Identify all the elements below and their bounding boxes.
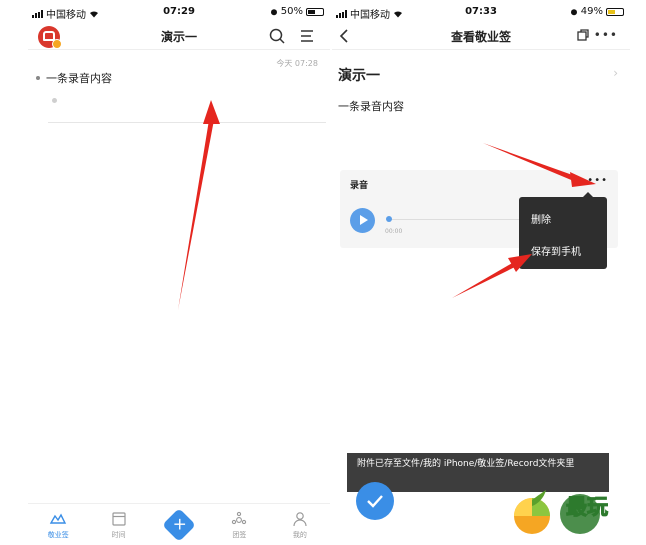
add-icon[interactable]: +: [162, 508, 196, 542]
divider: [48, 122, 326, 123]
recording-label: 录音: [350, 181, 369, 191]
tab-label: 敬业签: [47, 531, 69, 539]
chevron-right-icon[interactable]: ›: [613, 66, 618, 80]
playback-time: 00:00: [385, 228, 403, 235]
bullet-icon: [36, 76, 40, 80]
audio-attachment-icon[interactable]: [52, 98, 57, 103]
progress-knob[interactable]: [386, 216, 392, 222]
search-icon[interactable]: [268, 27, 286, 45]
battery-fill: [608, 9, 615, 14]
tab-group[interactable]: 团签: [209, 504, 269, 545]
tab-notes[interactable]: 敬业签: [28, 504, 88, 545]
check-icon: [367, 495, 383, 508]
note-text: 一条录音内容: [46, 72, 112, 85]
status-right: 49%: [570, 6, 624, 17]
delete-menu-item[interactable]: 删除: [531, 211, 551, 226]
confirm-button[interactable]: [356, 482, 394, 520]
watermark-text: 最玩: [566, 495, 609, 520]
tab-add[interactable]: +: [149, 504, 209, 545]
tab-label: 时间: [111, 531, 126, 539]
tab-label: 我的: [292, 531, 307, 539]
battery-percent: 49%: [580, 6, 603, 17]
status-bar: 中国移动 07:33 49%: [332, 0, 630, 24]
tab-bar: 敬业签 时间 + 团签 我的: [28, 503, 330, 545]
note-timestamp: 今天 07:28: [276, 59, 318, 68]
user-icon: [293, 512, 307, 527]
tab-me[interactable]: 我的: [270, 504, 330, 545]
play-button[interactable]: [350, 208, 375, 233]
alarm-icon: [270, 8, 277, 15]
notes-icon: [49, 513, 67, 524]
note-content: 一条录音内容: [338, 100, 404, 113]
save-to-phone-menu-item[interactable]: 保存到手机: [531, 243, 581, 258]
battery-icon: [606, 7, 624, 16]
right-phone-screen: 中国移动 07:33 49% 查看敬业签 ••• 演示一 › 一条录音内容 录音…: [332, 0, 630, 545]
more-options-button[interactable]: •••: [594, 29, 618, 41]
battery-icon: [306, 7, 324, 16]
note-list-item[interactable]: 一条录音内容: [36, 70, 112, 86]
alarm-icon: [570, 8, 577, 15]
nav-bar: 演示一: [28, 24, 330, 50]
battery-percent: 50%: [280, 6, 303, 17]
group-icon: [232, 511, 247, 525]
left-phone-screen: 中国移动 07:29 50% 演示一 今天 07:28 一条录音内容 敬业签 时…: [28, 0, 330, 545]
context-menu: 删除 保存到手机: [519, 192, 607, 269]
status-right: 50%: [270, 6, 324, 17]
status-bar: 中国移动 07:29 50%: [28, 0, 330, 24]
progress-track[interactable]: [388, 219, 528, 220]
plus-glyph: +: [172, 514, 187, 535]
recording-more-button[interactable]: •••: [587, 175, 608, 186]
menu-icon[interactable]: [298, 27, 316, 45]
nav-bar: 查看敬业签 •••: [332, 24, 630, 50]
battery-fill: [308, 9, 315, 14]
tab-label: 团签: [232, 531, 247, 539]
calendar-icon: [112, 512, 126, 526]
copy-icon[interactable]: [576, 28, 590, 42]
note-title: 演示一: [338, 68, 380, 84]
tab-time[interactable]: 时间: [88, 504, 148, 545]
